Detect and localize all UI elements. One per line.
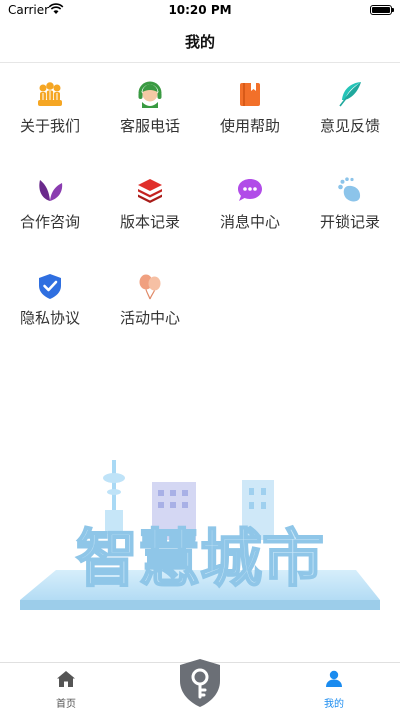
menu-item-about-us[interactable]: 关于我们: [0, 62, 100, 158]
tab-mine[interactable]: 我的: [294, 663, 374, 711]
home-icon: [57, 671, 75, 687]
menu-item-label: 使用帮助: [219, 117, 280, 135]
menu-item-label: 隐私协议: [19, 309, 80, 327]
menu-item-customer-service[interactable]: 客服电话: [100, 62, 200, 158]
menu-item-label: 活动中心: [119, 309, 180, 327]
menu-item-label: 消息中心: [219, 213, 280, 231]
clock-label: 10:20 PM: [168, 3, 232, 17]
page-title: 我的: [184, 33, 215, 51]
person-icon: [326, 670, 342, 687]
tab-mine-label: 我的: [324, 699, 344, 710]
tab-home[interactable]: 首页: [26, 663, 106, 711]
smart-city-illustration: 智慧城市: [20, 460, 380, 610]
menu-item-label: 版本记录: [119, 213, 180, 231]
banner-title-text: 智慧城市: [76, 522, 324, 595]
menu-item-message-center[interactable]: 消息中心: [200, 158, 300, 254]
menu-item-cooperation[interactable]: 合作咨询: [0, 158, 100, 254]
status-bar: Carrier 10:20 PM: [0, 0, 400, 22]
battery-icon: [370, 5, 394, 15]
menu-item-label: 关于我们: [19, 117, 80, 135]
menu-item-unlock-records[interactable]: 开锁记录: [300, 158, 400, 254]
menu-item-activity-center[interactable]: 活动中心: [100, 254, 200, 350]
menu-item-label: 客服电话: [119, 117, 180, 135]
menu-item-version-history[interactable]: 版本记录: [100, 158, 200, 254]
key-shield-icon: [180, 659, 220, 707]
menu-item-feedback[interactable]: 意见反馈: [300, 62, 400, 158]
menu-item-privacy-agreement[interactable]: 隐私协议: [0, 254, 100, 350]
menu-item-label: 合作咨询: [19, 213, 80, 231]
menu-item-label: 开锁记录: [319, 213, 380, 231]
unlock-center-button[interactable]: [176, 657, 224, 709]
feather-icon: [339, 82, 361, 107]
stack-layers-icon: [138, 179, 162, 203]
chat-bubble-icon: [238, 179, 262, 201]
customer-service-icon: [138, 81, 162, 108]
menu-item-label: 意见反馈: [319, 117, 380, 135]
book-icon: [240, 83, 260, 106]
tab-home-label: 首页: [56, 699, 76, 710]
menu-item-usage-help[interactable]: 使用帮助: [200, 62, 300, 158]
leaf-icon: [39, 180, 63, 201]
balloon-icon: [139, 274, 161, 300]
bottom-tab-bar: 首页 我的: [0, 659, 400, 711]
people-group-icon: [38, 82, 62, 106]
navigation-bar: 我的: [0, 22, 400, 63]
shield-check-icon: [39, 274, 61, 299]
footprint-icon: [338, 177, 361, 202]
